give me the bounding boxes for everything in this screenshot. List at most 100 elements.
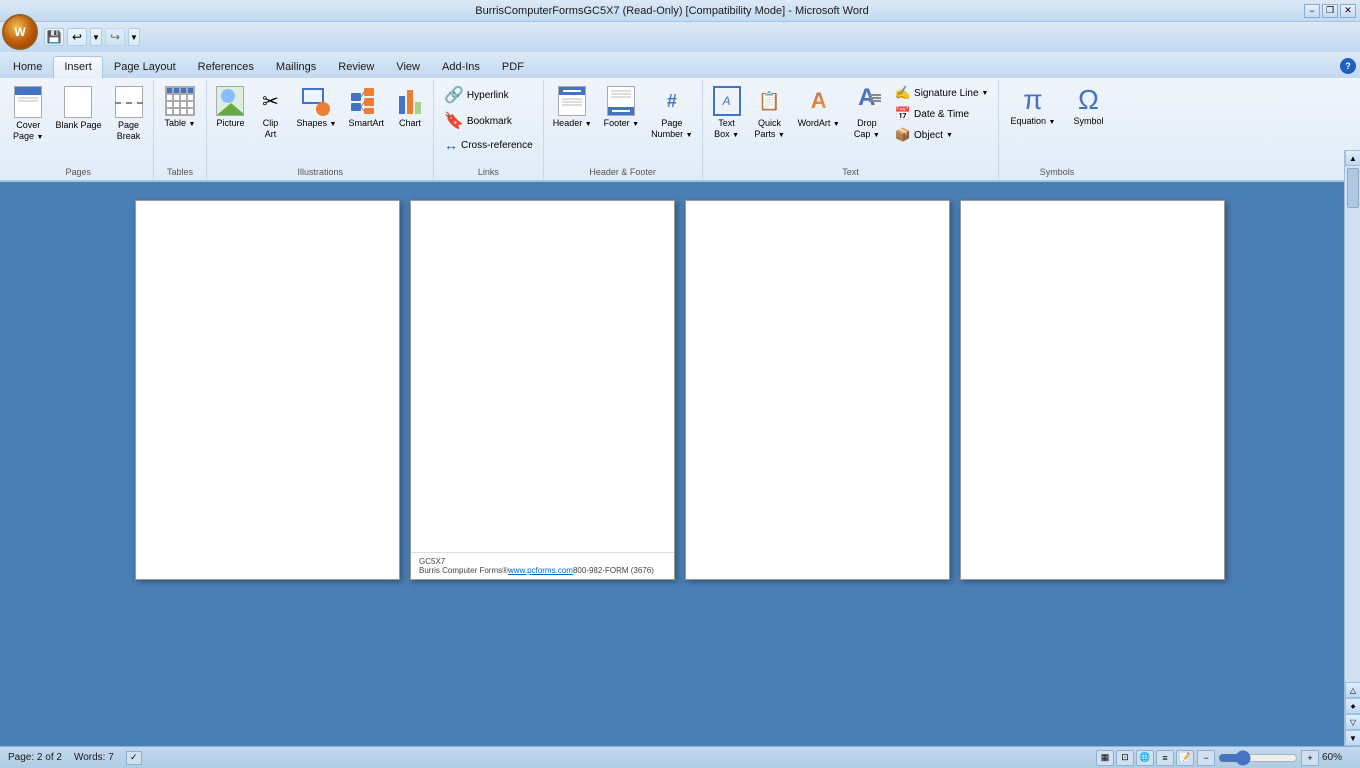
ribbon-group-pages: CoverPage ▼ Blank Page PageBreak Pages [4, 80, 154, 180]
ribbon-group-illustrations-items: Picture ✂ ClipArt Shapes ▼ [211, 80, 429, 165]
qat-dropdown[interactable]: ▼ [128, 28, 140, 46]
page-4 [960, 200, 1225, 580]
ribbon-group-headerfooter: Header ▼ Footer ▼ # PageNumber ▼ Header … [544, 80, 703, 180]
tab-review[interactable]: Review [327, 56, 385, 78]
page-info: Page: 2 of 2 [8, 752, 62, 763]
scroll-down-button[interactable]: ▼ [1345, 730, 1360, 746]
outline-view[interactable]: ≡ [1156, 750, 1174, 766]
ribbon-group-headerfooter-label: Header & Footer [548, 165, 698, 180]
print-layout-view[interactable]: ▦ [1096, 750, 1114, 766]
scroll-page-up[interactable]: △ [1345, 682, 1360, 698]
ribbon-group-links-items: 🔗 Hyperlink 🔖 Bookmark ↔ Cross-reference [438, 80, 539, 165]
zoom-out-button[interactable]: − [1197, 750, 1215, 766]
footer-link[interactable]: www.pcforms.com [508, 566, 573, 575]
scroll-track [1345, 166, 1360, 682]
undo-button[interactable]: ↩ [67, 28, 87, 46]
ribbon-group-headerfooter-items: Header ▼ Footer ▼ # PageNumber ▼ [548, 80, 698, 165]
tab-mailings[interactable]: Mailings [265, 56, 327, 78]
page-2-footer-line1: GC5X7 [419, 557, 666, 566]
ribbon-group-symbols: π Equation ▼ Ω Symbol Symbols [999, 80, 1114, 180]
shapes-button[interactable]: Shapes ▼ [292, 83, 342, 131]
chart-button[interactable]: Chart [391, 83, 429, 131]
zoom-slider[interactable] [1218, 751, 1298, 765]
ribbon-group-links: 🔗 Hyperlink 🔖 Bookmark ↔ Cross-reference… [434, 80, 544, 180]
clip-art-button[interactable]: ✂ ClipArt [252, 83, 290, 143]
smartart-button[interactable]: SmartArt [343, 83, 389, 131]
tab-addins[interactable]: Add-Ins [431, 56, 491, 78]
page-3 [685, 200, 950, 580]
title-bar: BurrisComputerFormsGC5X7 (Read-Only) [Co… [0, 0, 1360, 22]
status-left: Page: 2 of 2 Words: 7 ✓ [8, 751, 142, 765]
ribbon-group-links-label: Links [438, 165, 539, 180]
quick-parts-button[interactable]: 📋 QuickParts ▼ [749, 83, 791, 143]
page-1 [135, 200, 400, 580]
scroll-expand[interactable]: ◆ [1345, 698, 1360, 714]
scroll-page-down[interactable]: ▽ [1345, 714, 1360, 730]
cross-reference-button[interactable]: ↔ Cross-reference [438, 135, 539, 155]
pages-container: GC5X7 Burris Computer Forms®www.pcforms.… [135, 200, 1225, 726]
tab-page-layout[interactable]: Page Layout [103, 56, 187, 78]
signature-line-button[interactable]: ✍ Signature Line ▼ [889, 83, 995, 103]
proofing-button[interactable]: ✓ [126, 751, 142, 765]
page-number-button[interactable]: # PageNumber ▼ [646, 83, 697, 143]
table-button[interactable]: Table ▼ [158, 83, 203, 131]
header-button[interactable]: Header ▼ [548, 83, 597, 131]
page-2-footer: GC5X7 Burris Computer Forms®www.pcforms.… [411, 552, 674, 579]
tab-references[interactable]: References [187, 56, 265, 78]
hyperlink-button[interactable]: 🔗 Hyperlink [438, 83, 539, 107]
equation-button[interactable]: π Equation ▼ [1003, 83, 1062, 129]
zoom-in-button[interactable]: + [1301, 750, 1319, 766]
web-layout-view[interactable]: 🌐 [1136, 750, 1154, 766]
ribbon-group-text-label: Text [707, 165, 995, 180]
help-button[interactable]: ? [1340, 58, 1356, 74]
office-button[interactable]: W [2, 14, 38, 50]
ribbon-group-text: A TextBox ▼ 📋 QuickParts ▼ A WordArt ▼ A [703, 80, 1000, 180]
ribbon-group-symbols-items: π Equation ▼ Ω Symbol [1003, 80, 1110, 165]
redo-button[interactable]: ↪ [105, 28, 125, 46]
tab-view[interactable]: View [385, 56, 431, 78]
wordart-button[interactable]: A WordArt ▼ [793, 83, 845, 131]
restore-button[interactable]: ❐ [1322, 4, 1338, 18]
text-box-button[interactable]: A TextBox ▼ [707, 83, 747, 143]
ribbon-group-illustrations-label: Illustrations [211, 165, 429, 180]
object-button[interactable]: 📦 Object ▼ [889, 125, 995, 145]
ribbon-group-symbols-label: Symbols [1003, 165, 1110, 180]
scroll-up-button[interactable]: ▲ [1345, 150, 1360, 166]
text-small-group: ✍ Signature Line ▼ 📅 Date & Time 📦 Objec… [889, 83, 995, 145]
symbol-button[interactable]: Ω Symbol [1066, 83, 1110, 129]
full-screen-view[interactable]: ⊡ [1116, 750, 1134, 766]
ribbon-group-pages-items: CoverPage ▼ Blank Page PageBreak [8, 80, 149, 165]
ribbon-group-text-items: A TextBox ▼ 📋 QuickParts ▼ A WordArt ▼ A [707, 80, 995, 165]
close-button[interactable]: ✕ [1340, 4, 1356, 18]
ribbon-group-illustrations: Picture ✂ ClipArt Shapes ▼ [207, 80, 434, 180]
status-bar: Page: 2 of 2 Words: 7 ✓ ▦ ⊡ 🌐 ≡ 📝 − + 60… [0, 746, 1360, 768]
minimize-button[interactable]: − [1304, 4, 1320, 18]
picture-button[interactable]: Picture [211, 83, 249, 131]
draft-view[interactable]: 📝 [1176, 750, 1194, 766]
page-break-button[interactable]: PageBreak [109, 83, 149, 145]
vertical-scrollbar[interactable]: ▲ △ ◆ ▽ ▼ [1344, 150, 1360, 746]
date-time-button[interactable]: 📅 Date & Time [889, 104, 995, 124]
undo-dropdown[interactable]: ▼ [90, 28, 102, 46]
drop-cap-button[interactable]: A DropCap ▼ [847, 83, 887, 143]
view-buttons: ▦ ⊡ 🌐 ≡ 📝 [1096, 750, 1194, 766]
tab-pdf[interactable]: PDF [491, 56, 535, 78]
blank-page-button[interactable]: Blank Page [50, 83, 106, 134]
footer-button[interactable]: Footer ▼ [599, 83, 644, 131]
save-button[interactable]: 💾 [44, 28, 64, 46]
status-right: ▦ ⊡ 🌐 ≡ 📝 − + 60% [1096, 750, 1352, 766]
zoom-label: 60% [1322, 752, 1352, 763]
cover-page-button[interactable]: CoverPage ▼ [8, 83, 48, 145]
ribbon-group-pages-label: Pages [8, 165, 149, 180]
window-controls: − ❐ ✕ [1304, 4, 1356, 18]
quick-access-toolbar: W 💾 ↩ ▼ ↪ ▼ [0, 22, 1360, 52]
document-area: GC5X7 Burris Computer Forms®www.pcforms.… [0, 182, 1360, 744]
ribbon-group-tables-items: Table ▼ [158, 80, 203, 165]
tab-insert[interactable]: Insert [53, 56, 103, 79]
ribbon-group-tables: Table ▼ Tables [154, 80, 208, 180]
ribbon-tab-bar: Home Insert Page Layout References Maili… [0, 52, 1360, 78]
scroll-thumb[interactable] [1347, 168, 1359, 208]
title-bar-text: BurrisComputerFormsGC5X7 (Read-Only) [Co… [40, 5, 1304, 17]
tab-home[interactable]: Home [2, 56, 53, 78]
bookmark-button[interactable]: 🔖 Bookmark [438, 109, 539, 133]
